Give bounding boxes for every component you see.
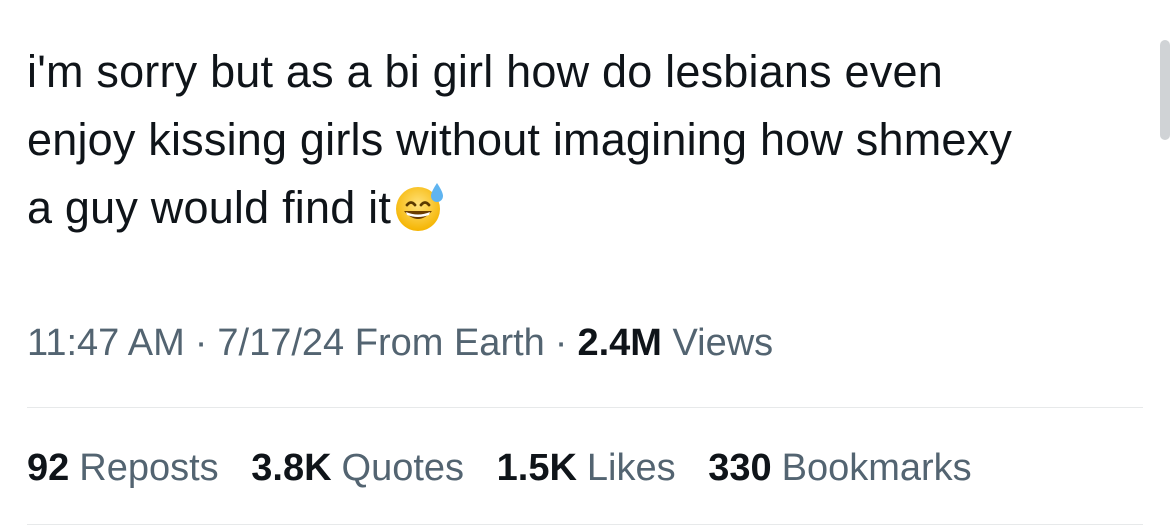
scrollbar-thumb[interactable]: [1160, 40, 1170, 140]
separator-dot: ·: [554, 322, 568, 364]
tweet-text: i'm sorry but as a bi girl how do lesbia…: [27, 38, 1147, 242]
likes-stat[interactable]: 1.5K Likes: [497, 443, 676, 493]
tweet-meta: 11:47 AM · 7/17/24 From Earth · 2.4M Views: [27, 318, 773, 368]
tweet-text-line-last: a guy would find it: [27, 174, 1147, 242]
quotes-label: Quotes: [341, 447, 465, 489]
quotes-stat[interactable]: 3.8K Quotes: [251, 443, 464, 493]
likes-count: 1.5K: [496, 447, 577, 489]
likes-label: Likes: [586, 447, 676, 489]
tweet-text-segment: a guy would find it: [27, 182, 392, 233]
views-count: 2.4M: [577, 322, 662, 364]
bookmarks-stat[interactable]: 330 Bookmarks: [708, 443, 971, 493]
separator-dot: ·: [194, 322, 208, 364]
reposts-stat[interactable]: 92 Reposts: [27, 443, 219, 493]
reposts-label: Reposts: [79, 447, 219, 489]
tweet-date[interactable]: 7/17/24: [217, 322, 344, 364]
tweet-detail: i'm sorry but as a bi girl how do lesbia…: [0, 0, 1170, 527]
grinning-face-with-sweat-icon: [393, 179, 447, 233]
tweet-text-line: i'm sorry but as a bi girl how do lesbia…: [27, 46, 943, 97]
tweet-time[interactable]: 11:47 AM: [27, 322, 185, 364]
views-label: Views: [672, 322, 774, 364]
reposts-count: 92: [27, 447, 70, 489]
tweet-source: From Earth: [354, 322, 545, 364]
quotes-count: 3.8K: [251, 447, 332, 489]
bookmarks-count: 330: [708, 447, 772, 489]
engagement-stats: 92 Reposts 3.8K Quotes 1.5K Likes 330 Bookma…: [27, 443, 994, 493]
divider: [27, 524, 1143, 525]
divider: [27, 407, 1143, 408]
tweet-text-line: enjoy kissing girls without imagining ho…: [27, 114, 1013, 165]
bookmarks-label: Bookmarks: [781, 447, 972, 489]
